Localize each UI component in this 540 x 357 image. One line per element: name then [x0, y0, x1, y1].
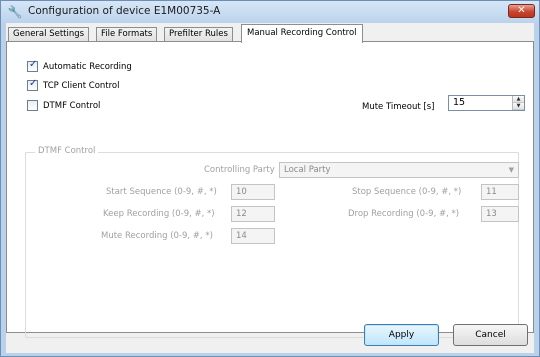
stop-sequence-label: Stop Sequence (0-9, #, *)	[352, 187, 462, 197]
dtmf-group-title: DTMF Control	[35, 146, 99, 156]
start-sequence-field[interactable]: 10	[231, 184, 275, 200]
configuration-window: 🔧 Configuration of device E1M00735-A ✕ G…	[0, 0, 540, 357]
automatic-recording-option[interactable]: Automatic Recording	[27, 59, 132, 72]
mute-timeout-spinbox[interactable]: 15 ▲ ▼	[448, 95, 525, 111]
spin-down-arrow-icon[interactable]: ▼	[513, 103, 524, 110]
close-button[interactable]: ✕	[508, 4, 535, 18]
dtmf-control-option[interactable]: DTMF Control	[27, 100, 100, 111]
start-sequence-label: Start Sequence (0-9, #, *)	[106, 187, 217, 197]
title-bar[interactable]: 🔧 Configuration of device E1M00735-A ✕	[1, 1, 539, 23]
tcp-client-control-option[interactable]: TCP Client Control	[27, 78, 120, 91]
stop-sequence-field[interactable]: 11	[481, 184, 519, 200]
chevron-down-icon: ▼	[508, 166, 514, 174]
mute-timeout-spinner: ▲ ▼	[512, 96, 524, 110]
drop-recording-field[interactable]: 13	[481, 206, 519, 222]
manual-recording-control-panel: Automatic Recording TCP Client Control D…	[6, 41, 534, 338]
spin-up-arrow-icon[interactable]: ▲	[513, 96, 524, 103]
mute-recording-label: Mute Recording (0-9, #, *)	[101, 231, 213, 241]
controlling-party-select[interactable]: Local Party ▼	[279, 162, 519, 178]
tab-prefilter-rules[interactable]: Prefilter Rules	[164, 27, 233, 42]
controlling-party-value: Local Party	[284, 165, 331, 175]
tab-general-settings[interactable]: General Settings	[8, 27, 90, 42]
tcp-client-control-label: TCP Client Control	[43, 80, 120, 91]
dtmf-control-label: DTMF Control	[43, 100, 101, 111]
tab-manual-recording-control[interactable]: Manual Recording Control	[241, 24, 363, 43]
drop-recording-label: Drop Recording (0-9, #, *)	[348, 209, 460, 219]
automatic-recording-label: Automatic Recording	[43, 61, 132, 72]
mute-recording-field[interactable]: 14	[231, 228, 275, 244]
automatic-recording-checkbox[interactable]	[27, 59, 38, 72]
cancel-button[interactable]: Cancel	[453, 324, 528, 346]
wrench-icon: 🔧	[7, 5, 23, 19]
mute-timeout-value: 15	[453, 97, 466, 108]
dtmf-control-checkbox[interactable]	[27, 100, 38, 111]
dialog-client-area: General Settings File Formats Prefilter …	[6, 23, 534, 353]
window-title: Configuration of device E1M00735-A	[28, 5, 221, 17]
apply-button[interactable]: Apply	[364, 324, 439, 346]
mute-timeout-label: Mute Timeout [s]	[362, 102, 435, 112]
controlling-party-label: Controlling Party	[204, 165, 275, 175]
dtmf-control-group: DTMF Control Controlling Party Local Par…	[25, 146, 519, 338]
keep-recording-field[interactable]: 12	[231, 206, 275, 222]
tab-strip: General Settings File Formats Prefilter …	[6, 24, 534, 43]
tab-file-formats[interactable]: File Formats	[96, 27, 158, 42]
tcp-client-control-checkbox[interactable]	[27, 78, 38, 91]
keep-recording-label: Keep Recording (0-9, #, *)	[103, 209, 215, 219]
